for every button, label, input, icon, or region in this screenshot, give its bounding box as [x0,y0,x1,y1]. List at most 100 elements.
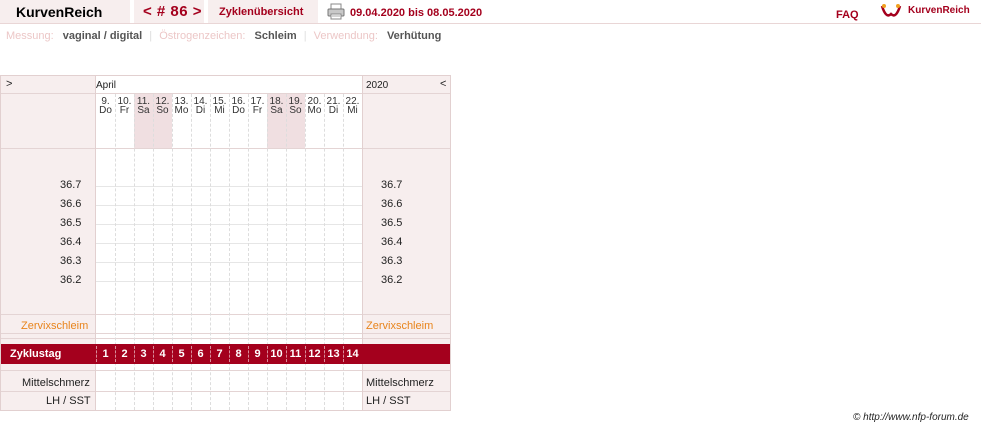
day-header: 21. Di [324,97,343,116]
mittelschmerz-label-left: Mittelschmerz [22,377,90,389]
grid-hline [1,93,450,94]
weekday-label: Mi [214,105,225,116]
cycle-overview-button[interactable]: Zyklenübersicht [208,0,318,23]
temp-tick-left: 36.6 [60,198,82,210]
cycle-day-separator [286,346,287,362]
grid-hline [1,338,450,339]
weekday-label: So [156,105,169,116]
weekday-label: Fr [119,105,130,116]
weekday-label: Di [328,105,339,116]
measure-value: vaginal / digital [62,30,143,42]
cycle-day-number: 14 [346,348,359,360]
grid-hline [1,370,450,371]
day-header: 16. Do [229,97,248,116]
usage-label: Verwendung: [313,30,378,42]
cycle-day-number: 11 [289,348,302,360]
day-header: 15. Mi [210,97,229,116]
weekday-label: Sa [270,105,283,116]
cycle-navigator[interactable]: < # 86 > [134,0,204,23]
cycle-day-separator [324,346,325,362]
weekday-label: Mi [347,105,358,116]
day-header: 9. Do [96,97,115,116]
weekday-label: So [289,105,302,116]
cycle-day-number: 12 [308,348,321,360]
measurement-info: Messung: vaginal / digital | Östrogenzei… [6,30,445,42]
kurvenreich-logo-icon[interactable] [880,3,902,19]
temp-tick-right: 36.2 [381,274,403,286]
top-bar: KurvenReich < # 86 > Zyklenübersicht 09.… [0,0,981,24]
cycle-day-separator [115,346,116,362]
temp-tick-left: 36.4 [60,236,82,248]
cycle-day-separator [134,346,135,362]
weekday-label: Do [99,105,112,116]
grid-hline [1,148,450,149]
day-header: 13. Mo [172,97,191,116]
cycle-day-number: 2 [121,348,128,360]
printer-icon[interactable] [327,3,345,20]
cervix-label-right: Zervixschleim [366,320,434,332]
cycle-day-separator [96,346,97,362]
measure-label: Messung: [6,30,54,42]
cycle-day-separator [229,346,230,362]
cycle-day-separator [305,346,306,362]
cycle-day-number: 7 [216,348,223,360]
day-header: 20. Mo [305,97,324,116]
cycle-day-number: 13 [327,348,340,360]
temp-tick-left: 36.7 [60,179,82,191]
estrogen-value: Schleim [254,30,297,42]
weekday-label: Mo [174,105,189,116]
weekday-label: Mo [307,105,322,116]
mittelschmerz-label-right: Mittelschmerz [366,377,434,389]
cycle-nav-label[interactable]: < # 86 > [143,3,202,20]
cycle-day-number: 5 [178,348,185,360]
cervix-label-left: Zervixschleim [21,320,89,332]
cycle-day-number: 4 [159,348,166,360]
weekday-label: Sa [137,105,150,116]
cycle-day-number: 6 [197,348,204,360]
cycle-day-row: Zyklustag 1 2 3 4 5 6 7 8 9 10 11 12 13 14 [1,344,450,364]
app-title-box: KurvenReich [0,0,130,23]
faq-link[interactable]: FAQ [836,9,859,21]
cycle-day-separator [248,346,249,362]
lh-label-right: LH / SST [366,395,411,407]
cycle-day-number: 9 [254,348,261,360]
day-header: 14. Di [191,97,210,116]
next-cycle-arrow[interactable]: < [440,78,446,90]
cycle-day-separator [267,346,268,362]
temp-tick-left: 36.5 [60,217,82,229]
cycle-day-label: Zyklustag [10,348,62,360]
usage-value: Verhütung [386,30,442,42]
date-range: 09.04.2020 bis 08.05.2020 [350,7,483,19]
grid-hline [1,314,450,315]
prev-cycle-arrow[interactable]: > [6,78,12,90]
temp-tick-right: 36.7 [381,179,403,191]
weekday-label: Do [232,105,245,116]
day-header: 22. Mi [343,97,362,116]
temp-tick-right: 36.3 [381,255,403,267]
cycle-overview-label[interactable]: Zyklenübersicht [219,6,303,18]
day-header: 12. So [153,97,172,116]
day-header: 18. Sa [267,97,286,116]
day-header: 19. So [286,97,305,116]
year-label: 2020 [366,80,389,91]
day-header: 11. Sa [134,97,153,116]
grid-hline [1,333,450,334]
weekday-label: Di [195,105,206,116]
cycle-day-separator [153,346,154,362]
cycle-day-separator [343,346,344,362]
cycle-day-separator [191,346,192,362]
app-title: KurvenReich [16,4,103,20]
temp-tick-right: 36.4 [381,236,403,248]
temp-tick-right: 36.5 [381,217,403,229]
day-header: 10. Fr [115,97,134,116]
separator: | [149,30,153,42]
cycle-day-number: 10 [270,348,283,360]
day-header: 17. Fr [248,97,267,116]
cycle-day-separator [210,346,211,362]
weekday-label: Fr [252,105,263,116]
brand-link[interactable]: KurvenReich [908,5,970,16]
temp-tick-left: 36.2 [60,274,82,286]
cycle-chart: > April 2020 < 36.7 36.6 36.5 36.4 36.3 … [0,75,451,411]
lh-label-left: LH / SST [46,395,91,407]
cycle-day-number: 3 [140,348,147,360]
